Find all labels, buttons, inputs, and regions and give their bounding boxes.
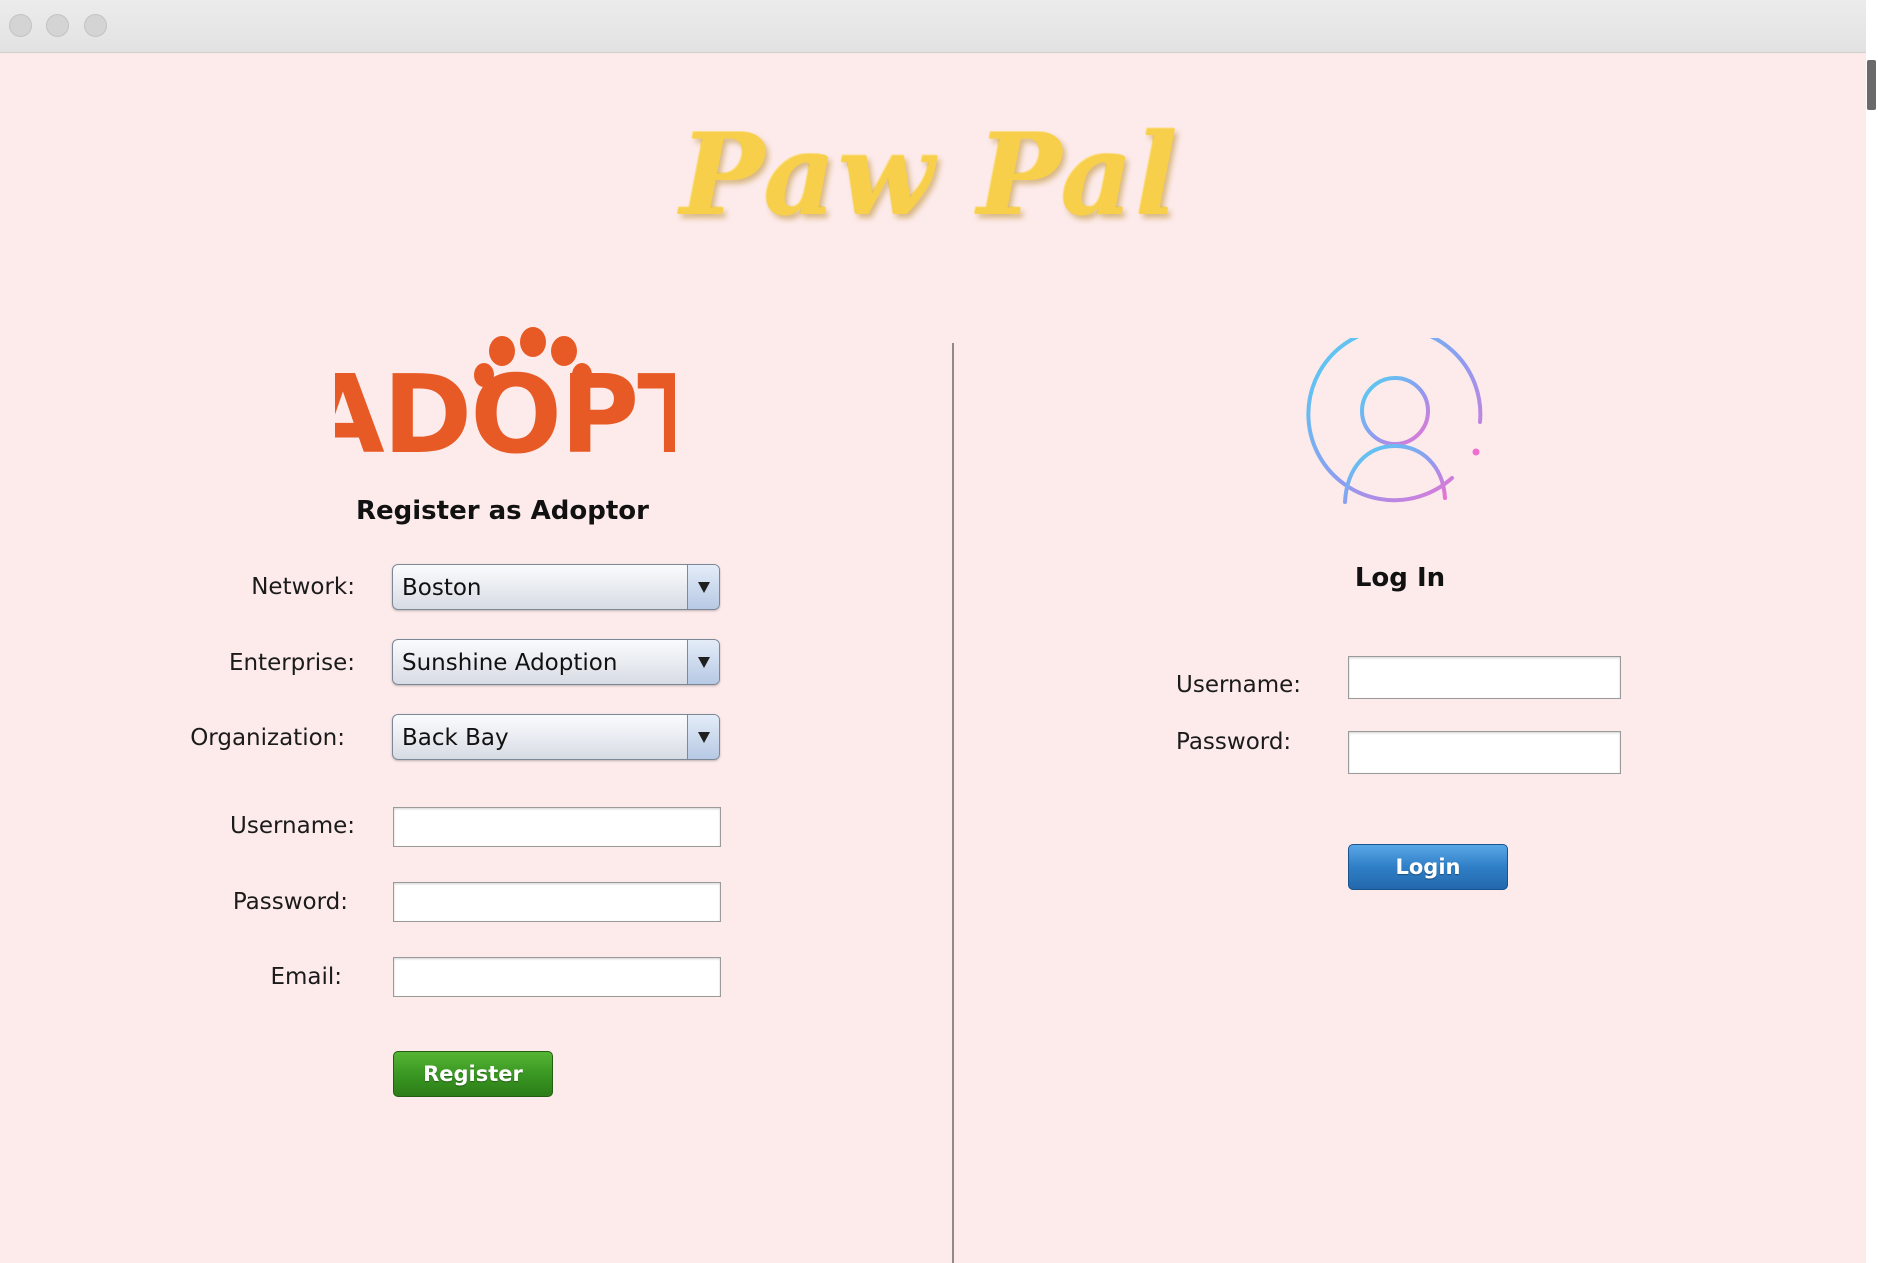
enterprise-select[interactable]: Sunshine Adoption: [392, 639, 720, 685]
register-username-label: Username:: [230, 813, 355, 839]
login-username-label: Username:: [1176, 672, 1301, 698]
close-window-button[interactable]: [9, 14, 32, 37]
login-password-label: Password:: [1176, 729, 1292, 755]
register-title: Register as Adoptor: [356, 496, 649, 526]
register-password-label: Password:: [232, 889, 348, 915]
minimize-window-button[interactable]: [46, 14, 69, 37]
enterprise-selected-value: Sunshine Adoption: [402, 650, 618, 676]
email-input[interactable]: [393, 957, 721, 997]
register-button[interactable]: Register: [393, 1051, 553, 1097]
zoom-window-button[interactable]: [84, 14, 107, 37]
network-selected-value: Boston: [402, 575, 482, 601]
login-title: Log In: [1354, 563, 1446, 593]
title-bar: [0, 0, 1866, 53]
chevron-down-icon[interactable]: [687, 715, 719, 759]
network-label: Network:: [251, 574, 355, 600]
organization-select[interactable]: Back Bay: [392, 714, 720, 760]
register-username-input[interactable]: [393, 807, 721, 847]
user-avatar-icon: [1306, 338, 1483, 504]
chevron-down-icon[interactable]: [687, 640, 719, 684]
organization-selected-value: Back Bay: [402, 725, 509, 751]
vertical-scrollbar[interactable]: [1866, 0, 1878, 1263]
chevron-down-icon[interactable]: [687, 565, 719, 609]
app-title: Paw Pal: [680, 110, 1180, 241]
login-password-input[interactable]: [1348, 731, 1621, 774]
network-select[interactable]: Boston: [392, 564, 720, 610]
app-window: Paw Pal ADOPT Register as Adoptor Networ…: [0, 0, 1867, 1263]
adopt-logo: ADOPT: [335, 327, 675, 460]
login-username-input[interactable]: [1348, 656, 1621, 699]
register-password-input[interactable]: [393, 882, 721, 922]
organization-label: Organization:: [190, 725, 345, 751]
login-button[interactable]: Login: [1348, 844, 1508, 890]
adopt-logo-text: ADOPT: [335, 353, 675, 460]
enterprise-label: Enterprise:: [228, 650, 355, 676]
email-label: Email:: [270, 964, 342, 990]
scrollbar-thumb[interactable]: [1867, 60, 1876, 110]
panel-divider: [952, 343, 954, 1263]
